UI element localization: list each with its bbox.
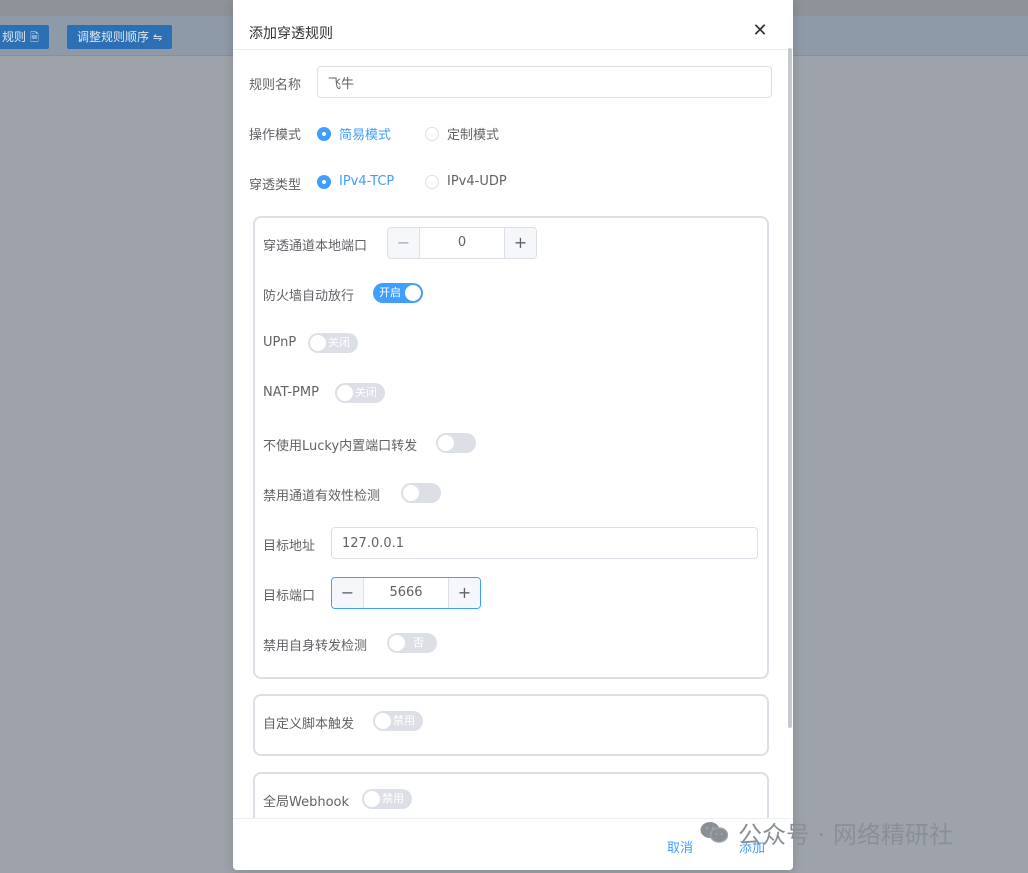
- radio-dot: [317, 174, 331, 189]
- firewall-toggle[interactable]: 开启: [373, 283, 423, 303]
- minus-icon[interactable]: −: [332, 578, 364, 608]
- no-lucky-forward-label: 不使用Lucky内置端口转发: [263, 439, 418, 454]
- toggle-knob: [438, 435, 454, 451]
- mode-label: 操作模式: [249, 128, 302, 143]
- mode-simple-text: 简易模式: [339, 128, 392, 143]
- self-check-toggle-text: 否: [413, 636, 424, 649]
- wechat-icon: [700, 822, 728, 843]
- toggle-knob: [403, 485, 419, 501]
- type-udp-radio[interactable]: IPv4-UDP: [425, 174, 507, 189]
- radio-dot: [317, 126, 331, 141]
- swap-icon: ⇋: [153, 31, 163, 44]
- disable-self-forward-check-toggle[interactable]: 否: [387, 633, 437, 653]
- dialog-header: 添加穿透规则 ✕: [233, 0, 793, 50]
- local-port-value[interactable]: 0: [420, 228, 504, 258]
- webhook-toggle-text: 禁用: [382, 792, 404, 805]
- no-lucky-forward-toggle[interactable]: [436, 433, 476, 453]
- target-address-input[interactable]: [331, 527, 758, 559]
- natpmp-label: NAT-PMP: [263, 385, 319, 400]
- local-port-stepper[interactable]: − 0 +: [387, 227, 537, 259]
- rule-name-input[interactable]: [317, 66, 772, 98]
- natpmp-toggle[interactable]: 关闭: [335, 383, 385, 403]
- type-udp-text: IPv4-UDP: [447, 174, 507, 189]
- custom-script-toggle[interactable]: 禁用: [373, 711, 423, 731]
- disable-self-forward-check-label: 禁用自身转发检测: [263, 639, 368, 654]
- type-tcp-radio[interactable]: IPv4-TCP: [317, 174, 394, 189]
- plus-icon[interactable]: +: [504, 228, 536, 258]
- mode-custom-text: 定制模式: [447, 128, 500, 143]
- disable-tunnel-check-toggle[interactable]: [401, 483, 441, 503]
- bg-reorder-button: 调整规则顺序 ⇋: [67, 25, 173, 49]
- bg-rule-button-label: 规则: [2, 30, 27, 44]
- type-label: 穿透类型: [249, 178, 302, 193]
- custom-script-label: 自定义脚本触发: [263, 717, 355, 732]
- webhook-toggle[interactable]: 禁用: [362, 789, 412, 809]
- target-address-label: 目标地址: [263, 539, 316, 554]
- webhook-label: 全局Webhook: [263, 795, 350, 810]
- radio-dot: [425, 174, 439, 189]
- custom-script-toggle-text: 禁用: [393, 714, 415, 727]
- mode-custom-radio[interactable]: 定制模式: [425, 124, 499, 143]
- plus-icon[interactable]: +: [448, 578, 480, 608]
- target-port-value[interactable]: 5666: [364, 578, 448, 608]
- upnp-label: UPnP: [263, 335, 297, 350]
- watermark: 公众号 · 网络精研社: [700, 815, 953, 849]
- mode-simple-radio[interactable]: 简易模式: [317, 124, 391, 143]
- target-port-stepper[interactable]: − 5666 +: [331, 577, 481, 609]
- dialog-scrollbar[interactable]: [788, 48, 792, 728]
- target-port-label: 目标端口: [263, 589, 316, 604]
- radio-dot: [425, 126, 439, 141]
- bg-reorder-button-label: 调整规则顺序: [77, 30, 150, 44]
- toggle-knob: [375, 713, 391, 729]
- dialog-title: 添加穿透规则: [249, 26, 333, 42]
- toggle-knob: [337, 385, 353, 401]
- rule-name-label: 规则名称: [249, 78, 302, 93]
- bg-rule-button: 规则 🗎: [0, 25, 49, 49]
- local-port-label: 穿透通道本地端口: [263, 239, 368, 254]
- upnp-toggle-text: 关闭: [328, 336, 350, 349]
- watermark-text: 公众号 · 网络精研社: [738, 820, 953, 849]
- natpmp-toggle-text: 关闭: [355, 386, 377, 399]
- toggle-knob: [310, 335, 326, 351]
- cancel-button[interactable]: 取消: [667, 837, 693, 856]
- close-icon[interactable]: ✕: [751, 20, 769, 42]
- upnp-toggle[interactable]: 关闭: [308, 333, 358, 353]
- toggle-knob: [405, 285, 421, 301]
- minus-icon[interactable]: −: [388, 228, 420, 258]
- add-rule-dialog: 添加穿透规则 ✕ 规则名称 操作模式 简易模式 定制模式 穿透类型 IPv4-T…: [233, 0, 793, 870]
- type-tcp-text: IPv4-TCP: [339, 174, 395, 189]
- firewall-label: 防火墙自动放行: [263, 289, 355, 304]
- toggle-knob: [364, 791, 380, 807]
- toggle-knob: [389, 635, 405, 651]
- document-icon: 🗎: [30, 31, 39, 44]
- disable-tunnel-check-label: 禁用通道有效性检测: [263, 489, 381, 504]
- firewall-toggle-text: 开启: [379, 286, 401, 299]
